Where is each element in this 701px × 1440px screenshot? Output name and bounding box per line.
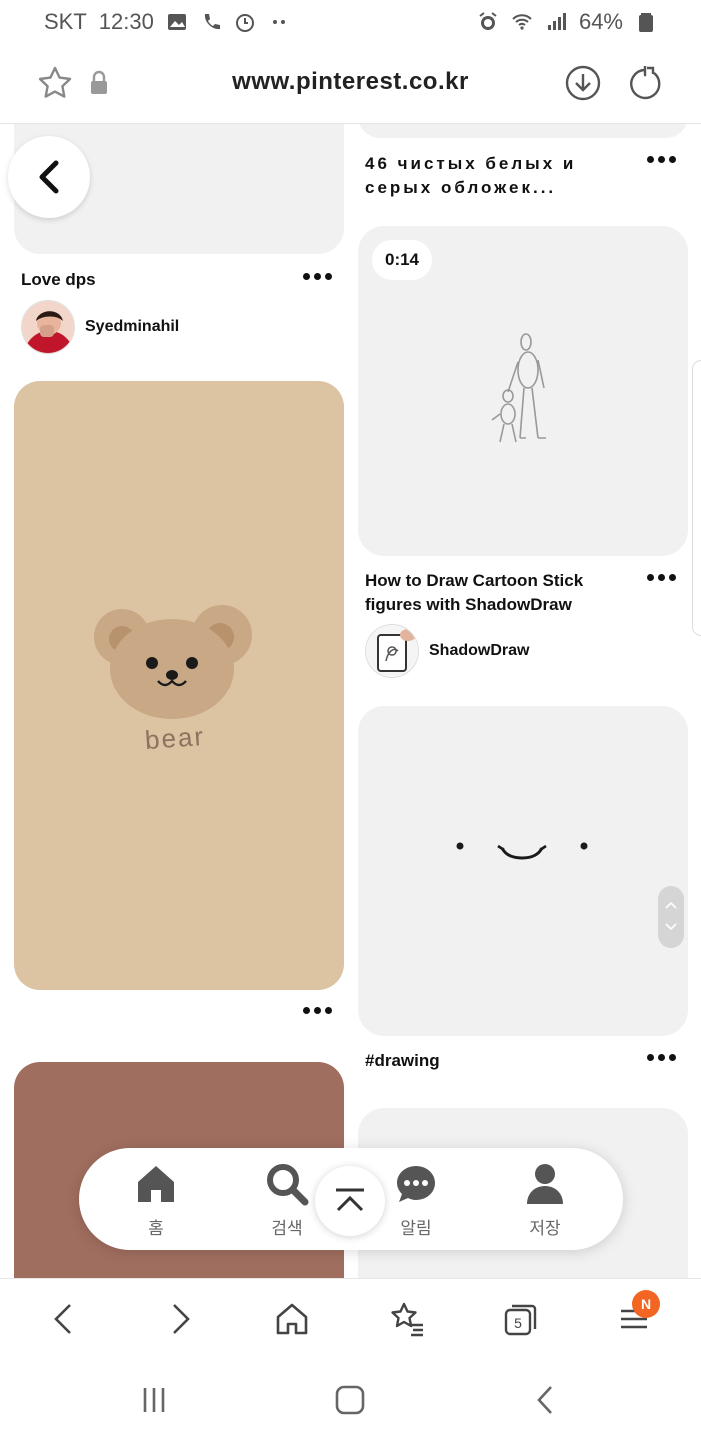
more-options-icon[interactable] [300,1003,334,1017]
avatar [365,624,419,678]
more-notifications-icon [268,11,290,33]
pin-title[interactable]: How to Draw Cartoon Stick figures with S… [365,569,583,617]
status-left: SKT 12:30 [44,9,290,35]
profile-icon [527,1164,563,1204]
nav-home[interactable]: 홈 [116,1162,196,1239]
pinterest-bottom-nav: 홈 검색 알림 저장 [79,1148,623,1250]
alarm-icon [477,11,499,33]
menu-new-badge: N [632,1290,660,1318]
chat-bubble-icon [397,1166,435,1202]
nav-home-label: 홈 [148,1219,164,1238]
stick-figure-drawing [491,333,546,443]
browser-address-bar: www.pinterest.co.kr [0,44,701,124]
pin-image-smiley[interactable] [358,706,688,1036]
scroll-to-top-button[interactable] [315,1166,385,1236]
status-right: 64% [477,9,657,35]
chevron-up-icon [336,1188,364,1212]
star-list-icon [391,1302,423,1337]
chevron-right-icon [173,1304,190,1334]
nav-notifications[interactable]: 알림 [376,1162,456,1239]
nav-notifications-label: 알림 [400,1219,432,1238]
chevron-left-icon [39,160,59,194]
pin-title[interactable]: Love dps [21,268,96,292]
system-back-button[interactable] [526,1382,566,1418]
pin-title-line2: серых обложек... [365,178,557,197]
nav-search-label: 검색 [271,1219,303,1238]
signal-icon [545,11,567,33]
scroll-arrows-icon [665,901,677,931]
download-icon[interactable] [564,64,602,102]
author-name: Syedminahil [85,318,180,335]
nav-saved[interactable]: 저장 [505,1162,585,1239]
home-square-icon [335,1385,365,1415]
battery-label: 64% [578,9,623,34]
more-options-icon[interactable] [644,152,678,166]
recent-apps-button[interactable] [134,1382,174,1418]
chevron-left-icon [537,1386,552,1414]
search-icon [267,1164,309,1206]
pin-title-line2: figures with ShadowDraw [365,595,572,614]
browser-back-button[interactable] [44,1299,84,1339]
pin-title[interactable]: 46 чистых белых и серых обложек... [365,152,576,200]
more-options-icon[interactable] [644,570,678,584]
carrier-label: SKT [44,9,87,34]
reload-icon[interactable] [626,64,664,102]
pin-author[interactable]: Syedminahil [21,300,179,354]
bear-caption: bear [143,720,206,756]
pin-feed: Love dps Syedminahil bear 46 чистых белы… [0,124,701,1278]
video-duration-badge: 0:14 [372,240,432,280]
more-options-icon[interactable] [644,1050,678,1064]
browser-home-button[interactable] [272,1299,312,1339]
pin-title-line1: 46 чистых белых и [365,154,577,173]
pin-image-bear[interactable]: bear [14,381,344,990]
system-navigation-bar [0,1358,701,1440]
status-bar: SKT 12:30 64% [0,0,701,44]
wifi-icon [511,11,533,33]
system-home-button[interactable] [330,1382,370,1418]
browser-tabs-button[interactable]: 5 [500,1299,540,1339]
browser-bookmarks-button[interactable] [387,1299,427,1339]
more-options-icon[interactable] [300,269,334,283]
time-label: 12:30 [98,9,154,34]
pin-title-line1: How to Draw Cartoon Stick [365,571,584,590]
alarm-circle-icon [234,11,256,33]
tabs-icon: 5 [504,1304,537,1336]
pin-title[interactable]: #drawing [365,1049,440,1073]
home-icon [138,1166,174,1202]
phone-icon [200,11,222,33]
pin-author[interactable]: ShadowDraw [365,624,529,678]
nav-saved-label: 저장 [529,1219,561,1238]
avatar [21,300,75,354]
back-button[interactable] [8,136,90,218]
side-panel-handle[interactable] [692,360,701,636]
tabs-count: 5 [514,1315,522,1331]
author-name: ShadowDraw [429,642,530,659]
pin-image-covers[interactable] [358,124,688,138]
smiley-drawing [456,842,588,860]
pin-image-stick-figures[interactable]: 0:14 [358,226,688,556]
home-outline-icon [276,1303,308,1335]
scroll-handle[interactable] [658,886,684,948]
browser-forward-button[interactable] [160,1299,200,1339]
recent-apps-icon [143,1388,165,1412]
browser-toolbar: 5 [0,1278,701,1358]
chevron-left-icon [54,1304,71,1334]
gallery-icon [166,11,188,33]
battery-icon [635,11,657,33]
